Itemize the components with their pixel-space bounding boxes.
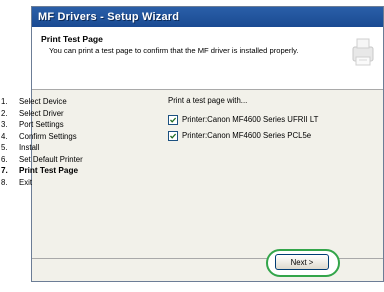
step-item: 1. Select Device (1, 97, 67, 106)
window-title: MF Drivers - Setup Wizard (32, 7, 383, 27)
test-page-option-pcl5e[interactable]: Printer:Canon MF4600 Series PCL5e (168, 130, 311, 141)
content-panel: Print a test page with... Printer:Canon … (152, 90, 383, 259)
next-button[interactable]: Next > (275, 254, 329, 270)
wizard-footer: Next > (32, 249, 383, 281)
step-item-current: 7. Print Test Page (1, 166, 78, 175)
page-title: Print Test Page (41, 34, 103, 44)
step-item: 5. Install (1, 143, 40, 152)
wizard-header: Print Test Page You can print a test pag… (32, 27, 383, 90)
content-label: Print a test page with... (168, 96, 248, 105)
next-button-highlight: Next > (266, 249, 342, 279)
checkmark-icon (170, 117, 177, 123)
step-item: 4. Confirm Settings (1, 132, 77, 141)
step-item: 6. Set Default Printer (1, 155, 83, 164)
step-item: 3. Port Settings (1, 120, 64, 129)
checkbox-pcl5e[interactable] (168, 130, 178, 141)
option-label: Printer:Canon MF4600 Series PCL5e (182, 131, 312, 140)
step-item: 8. Exit (1, 178, 32, 187)
printer-graphic-icon (349, 35, 377, 69)
option-label: Printer:Canon MF4600 Series UFRII LT (182, 115, 319, 124)
setup-wizard-window: MF Drivers - Setup Wizard Print Test Pag… (1, 6, 384, 282)
checkbox-ufrii[interactable] (168, 114, 178, 125)
test-page-option-ufrii[interactable]: Printer:Canon MF4600 Series UFRII LT (168, 114, 318, 125)
step-item: 2. Select Driver (1, 109, 64, 118)
checkmark-icon (170, 133, 177, 139)
step-list: 1. Select Device 2. Select Driver 3. Port S… (1, 90, 152, 259)
page-description: You can print a test page to confirm tha… (49, 46, 299, 55)
